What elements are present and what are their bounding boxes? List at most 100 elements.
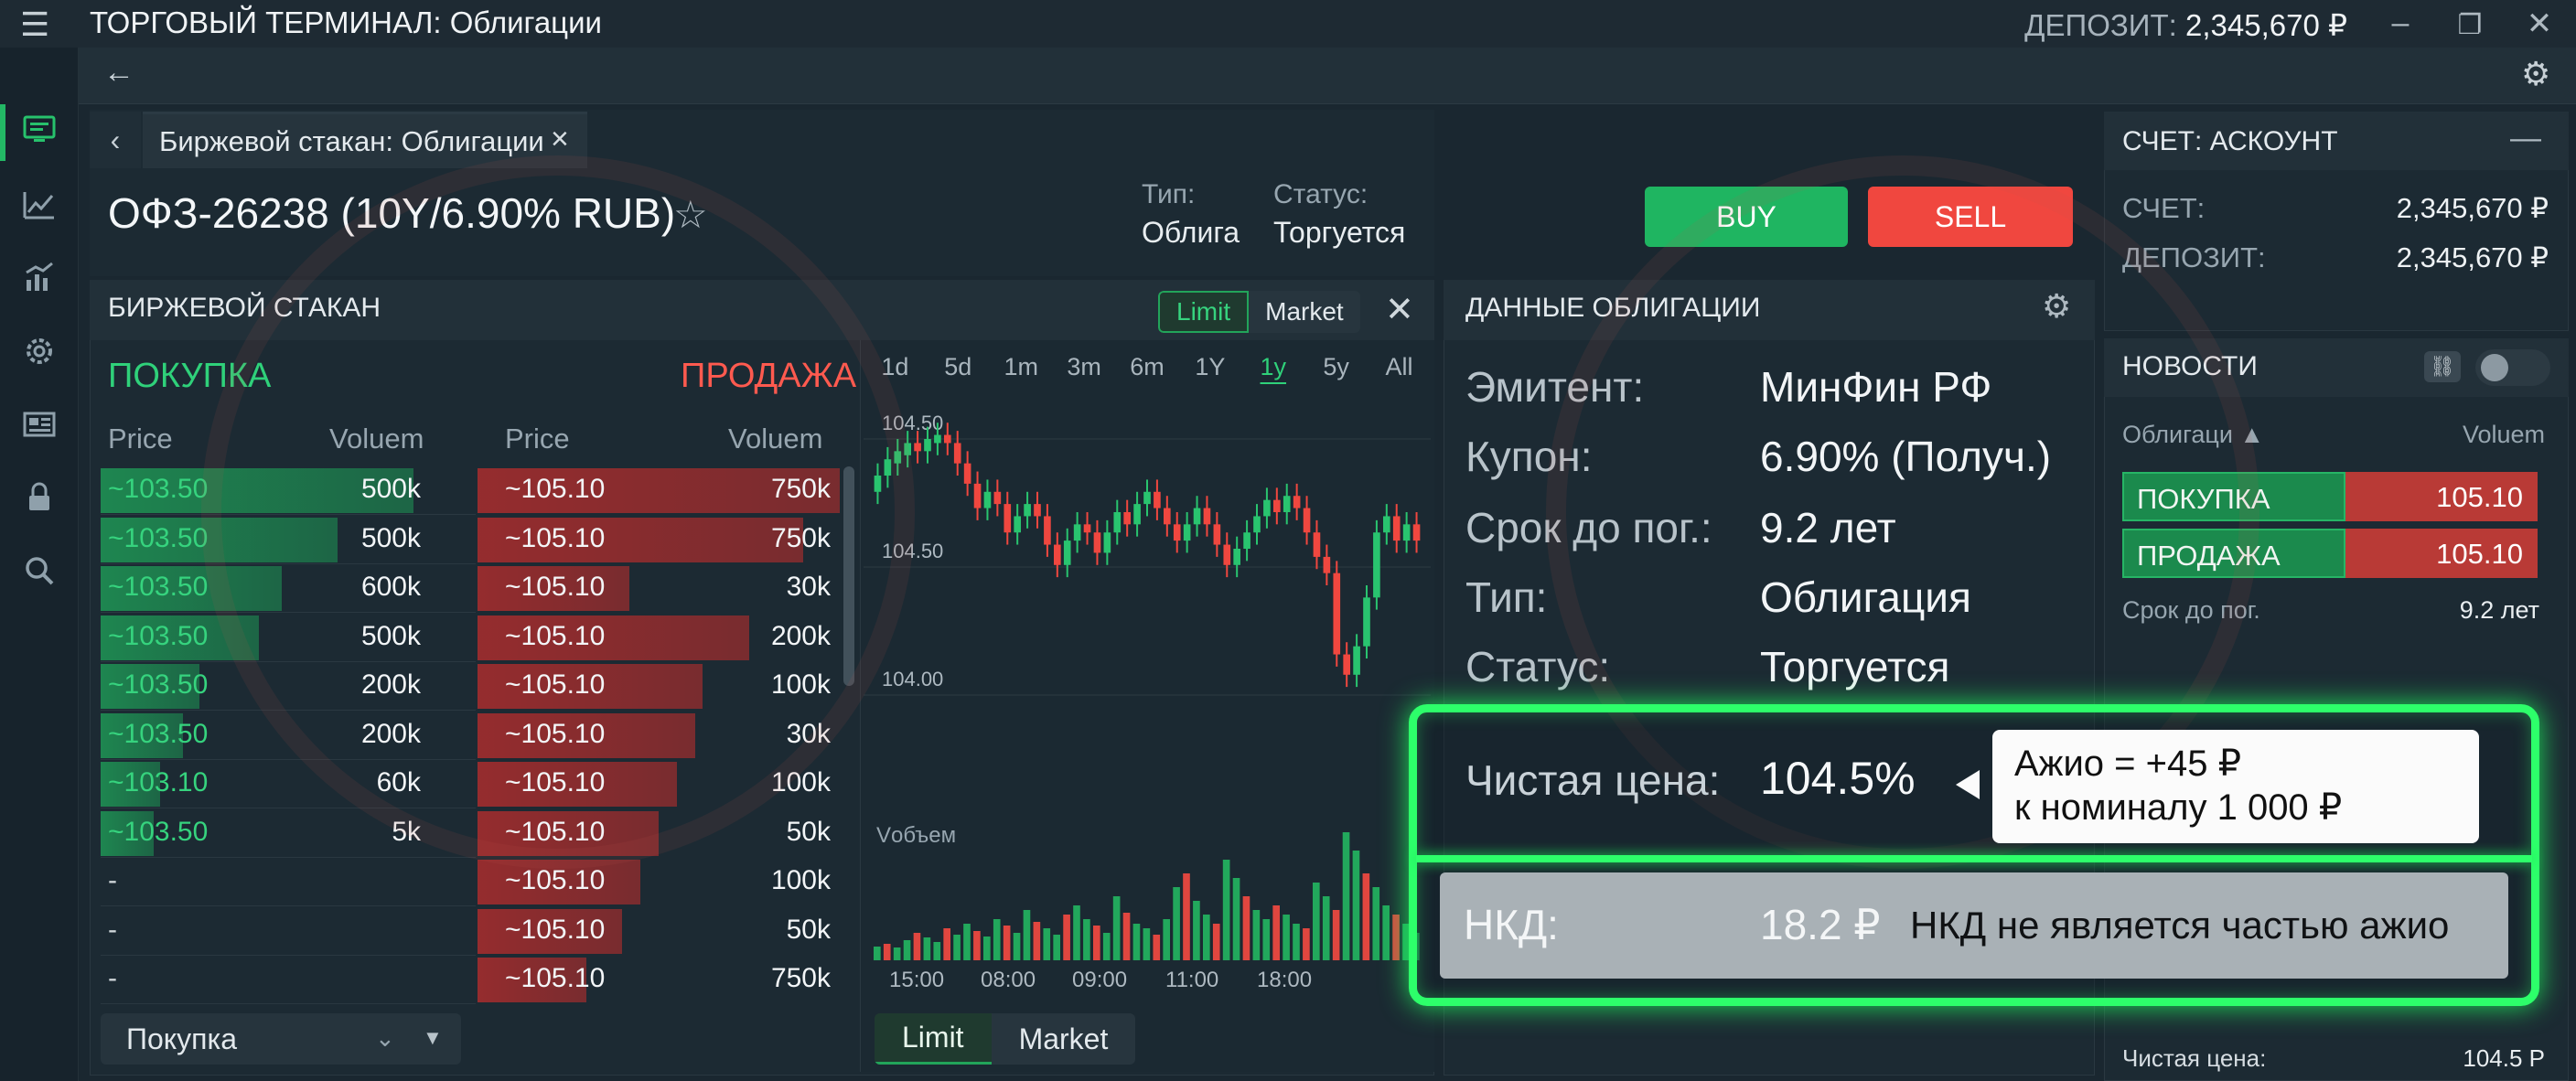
chart-order-market[interactable]: Market (992, 1013, 1136, 1065)
candle[interactable] (1004, 504, 1012, 533)
line-chart-icon[interactable] (16, 187, 62, 232)
candle[interactable] (1233, 549, 1240, 565)
x-tick-label: 09:00 (1072, 968, 1128, 992)
candle[interactable] (953, 443, 961, 464)
candle[interactable] (1044, 516, 1051, 545)
back-icon[interactable]: ← (91, 55, 146, 95)
candle[interactable] (1143, 491, 1151, 505)
minimize-icon[interactable]: – (2382, 5, 2419, 41)
news-toggle[interactable] (2475, 349, 2550, 386)
candle[interactable] (1034, 504, 1041, 517)
bid-row[interactable]: - (101, 858, 476, 906)
period-1m[interactable]: 1m (990, 353, 1053, 381)
candle[interactable] (1213, 524, 1221, 545)
analytics-icon[interactable] (16, 260, 62, 305)
candle[interactable] (1083, 524, 1091, 533)
hamburger-icon[interactable]: ☰ (20, 5, 49, 44)
gear-icon[interactable]: ⚙ (2521, 55, 2550, 93)
candle[interactable] (1253, 516, 1261, 533)
candle[interactable] (1193, 508, 1201, 525)
order-type-market[interactable]: Market (1249, 291, 1360, 333)
candle[interactable] (1402, 524, 1411, 541)
candle[interactable] (1373, 532, 1380, 598)
candle[interactable] (1173, 524, 1181, 541)
period-5d[interactable]: 5d (927, 353, 990, 381)
candle[interactable] (1263, 499, 1271, 517)
candle[interactable] (1412, 524, 1421, 541)
candle[interactable] (1123, 512, 1131, 525)
ask-row[interactable]: ~105.10 50k (478, 907, 840, 956)
candle[interactable] (1353, 646, 1360, 675)
candle[interactable] (1024, 504, 1031, 517)
news-icon[interactable] (16, 406, 62, 452)
candle[interactable] (1133, 504, 1141, 525)
candle[interactable] (1323, 556, 1331, 573)
volume-bar (1283, 915, 1290, 960)
period-1Y[interactable]: 1Y (1178, 353, 1241, 381)
close-icon[interactable]: ✕ (2521, 5, 2558, 42)
period-6m[interactable]: 6m (1116, 353, 1179, 381)
candle[interactable] (1273, 499, 1281, 512)
bid-row[interactable]: - (101, 956, 476, 1004)
candle[interactable] (983, 491, 992, 508)
volume-bar (1003, 926, 1011, 960)
bid-row[interactable]: - (101, 907, 476, 956)
volume-bar (1023, 910, 1031, 960)
candle[interactable] (1283, 496, 1291, 512)
candle[interactable] (1014, 516, 1021, 533)
candle[interactable] (1183, 524, 1191, 541)
chart-order-limit[interactable]: Limit (875, 1013, 992, 1065)
bond-type-label: Тип: (1465, 573, 1548, 621)
candle[interactable] (993, 491, 1002, 505)
candle[interactable] (914, 443, 921, 452)
candle[interactable] (1113, 512, 1122, 533)
bid-price: ~103.50 (108, 572, 209, 602)
candle[interactable] (973, 483, 982, 508)
account-label: СЧЕТ: (2122, 192, 2206, 224)
candle[interactable] (1063, 540, 1071, 565)
terminal-icon[interactable] (16, 112, 62, 157)
orderbook-close-icon[interactable]: ✕ (1385, 289, 1414, 330)
candle[interactable] (1383, 516, 1390, 533)
link-icon[interactable]: ⛓ (2424, 351, 2461, 382)
candle[interactable] (924, 439, 931, 452)
volume-bar (1372, 887, 1380, 960)
candle[interactable] (1313, 532, 1321, 557)
candle[interactable] (934, 434, 941, 444)
settings-icon[interactable] (16, 333, 62, 379)
candle[interactable] (1303, 508, 1311, 533)
order-type-limit[interactable]: Limit (1158, 291, 1250, 333)
period-All[interactable]: All (1368, 353, 1431, 381)
candle[interactable] (1164, 508, 1171, 525)
candle[interactable] (1223, 544, 1231, 565)
news-sell-value-cell: 105.10 (2345, 529, 2538, 578)
candle[interactable] (1243, 532, 1250, 549)
tab-back-icon[interactable]: ‹ (90, 112, 141, 168)
ask-row[interactable]: ~105.10 750k (478, 956, 840, 1004)
period-1y[interactable]: 1y (1241, 353, 1304, 381)
account-collapse-icon[interactable]: — (2510, 121, 2541, 156)
volume-bar (1352, 851, 1360, 960)
candle[interactable] (1293, 496, 1301, 508)
candle[interactable] (1203, 508, 1211, 525)
chart-order-toggle: Limit Market (875, 1013, 1136, 1065)
candle[interactable] (1343, 654, 1350, 675)
candle[interactable] (1392, 516, 1401, 541)
candle[interactable] (1154, 491, 1161, 508)
period-5y[interactable]: 5y (1304, 353, 1368, 381)
candle[interactable] (1363, 597, 1370, 647)
period-3m[interactable]: 3m (1053, 353, 1116, 381)
candle[interactable] (1073, 524, 1081, 541)
candle[interactable] (1093, 532, 1101, 553)
lock-icon[interactable] (16, 479, 62, 525)
x-tick-label: 15:00 (889, 968, 945, 992)
tab-close-icon[interactable]: × (551, 122, 569, 157)
candle[interactable] (1103, 532, 1111, 553)
restore-icon[interactable]: ❐ (2452, 9, 2488, 41)
candle[interactable] (944, 434, 951, 444)
candle[interactable] (963, 463, 971, 484)
side-select[interactable]: Покупка ⌄ ▼ (101, 1013, 461, 1065)
search-icon[interactable] (16, 552, 62, 598)
candle[interactable] (1054, 544, 1061, 565)
candle[interactable] (1333, 573, 1341, 655)
